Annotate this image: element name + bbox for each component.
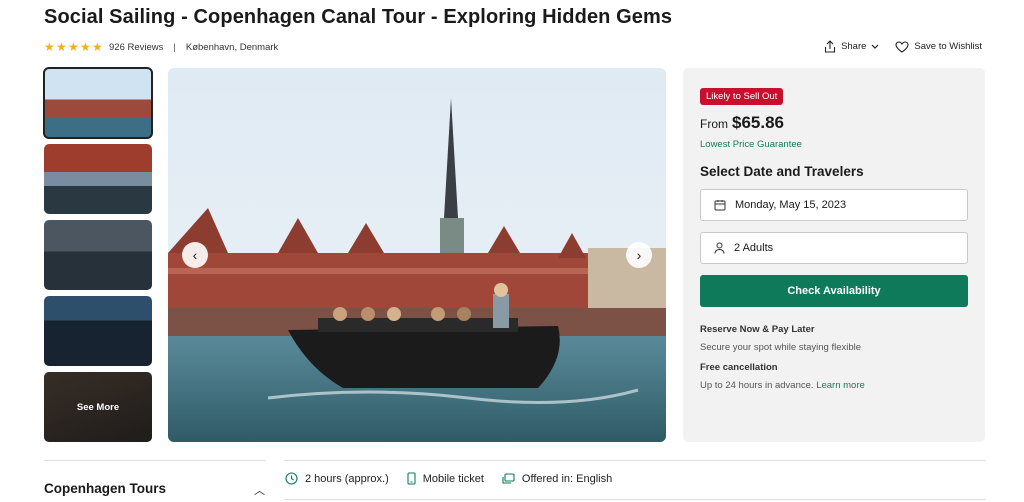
- sell-out-badge: Likely to Sell Out: [700, 88, 784, 105]
- wishlist-label: Save to Wishlist: [914, 41, 982, 52]
- price-guarantee[interactable]: Lowest Price Guarantee: [700, 139, 968, 150]
- share-label: Share: [841, 41, 867, 52]
- check-availability-button[interactable]: Check Availability: [700, 275, 968, 307]
- duration-feature: 2 hours (approx.): [285, 472, 389, 485]
- from-label: From: [700, 117, 728, 131]
- location-text: København, Denmark: [185, 41, 279, 53]
- chevron-right-icon: ›: [636, 247, 642, 263]
- ticket-text: Mobile ticket: [422, 472, 484, 485]
- star-icon: ★: [92, 39, 103, 54]
- next-image-button[interactable]: ›: [626, 242, 652, 268]
- heart-icon: [895, 40, 909, 53]
- hero-image: ‹ ›: [168, 68, 666, 442]
- thumbnail-4[interactable]: [44, 296, 152, 366]
- ticket-feature: Mobile ticket: [407, 472, 484, 485]
- rating-stars: ★ ★ ★ ★ ★: [44, 39, 103, 54]
- tour-features: 2 hours (approx.) Mobile ticket Offered …: [285, 472, 612, 485]
- date-value: Monday, May 15, 2023: [735, 199, 847, 211]
- price-row: From $65.86: [700, 113, 968, 133]
- thumbnail-see-more[interactable]: See More: [44, 372, 152, 442]
- calendar-icon: [714, 200, 726, 211]
- chevron-left-icon: ‹: [192, 247, 198, 263]
- mobile-icon: [407, 472, 416, 485]
- star-icon: ★: [68, 39, 79, 54]
- section-title: Copenhagen Tours: [44, 481, 167, 496]
- thumbnail-gallery: See More: [43, 67, 153, 448]
- see-more-label: See More: [44, 372, 152, 442]
- cancellation-text: Up to 24 hours in advance. Learn more: [700, 380, 968, 391]
- page-title: Social Sailing - Copenhagen Canal Tour -…: [44, 6, 673, 28]
- share-icon: [825, 40, 836, 53]
- travelers-value: 2 Adults: [734, 242, 774, 254]
- cancellation-detail: Up to 24 hours in advance.: [700, 380, 814, 391]
- cancellation-heading: Free cancellation: [700, 362, 778, 373]
- wishlist-button[interactable]: Save to Wishlist: [895, 40, 982, 53]
- price-value: $65.86: [732, 113, 784, 132]
- booking-panel: Likely to Sell Out From $65.86 Lowest Pr…: [683, 68, 985, 442]
- reviews-link[interactable]: 926 Reviews: [109, 42, 163, 53]
- travelers-picker[interactable]: 2 Adults: [700, 232, 968, 264]
- chevron-down-icon: [871, 44, 879, 49]
- divider: [284, 499, 986, 500]
- share-button[interactable]: Share: [824, 40, 879, 53]
- thumbnail-3[interactable]: [44, 220, 152, 290]
- header-actions: Share Save to Wishlist: [824, 40, 982, 53]
- previous-image-button[interactable]: ‹: [182, 242, 208, 268]
- reserve-text: Secure your spot while staying flexible: [700, 342, 862, 353]
- duration-text: 2 hours (approx.): [305, 472, 389, 485]
- rating-row: ★ ★ ★ ★ ★ 926 Reviews | København, Denma…: [44, 40, 278, 54]
- chevron-up-icon[interactable]: ︿: [254, 482, 265, 498]
- date-picker[interactable]: Monday, May 15, 2023: [700, 189, 968, 221]
- language-feature: Offered in: English: [502, 472, 612, 485]
- star-icon: ★: [56, 39, 67, 54]
- star-icon: ★: [80, 39, 91, 54]
- divider: [44, 460, 266, 461]
- hero-photo: [168, 68, 666, 442]
- select-title: Select Date and Travelers: [700, 164, 864, 179]
- thumbnail-2[interactable]: [44, 144, 152, 214]
- language-text: Offered in: English: [521, 472, 613, 485]
- learn-more-link[interactable]: Learn more: [816, 380, 865, 391]
- chat-icon: [502, 472, 515, 484]
- thumbnail-1[interactable]: [43, 67, 153, 139]
- divider: [284, 460, 986, 461]
- star-icon: ★: [44, 39, 55, 54]
- reserve-heading: Reserve Now & Pay Later: [700, 324, 815, 335]
- clock-icon: [285, 472, 298, 485]
- separator: |: [173, 41, 176, 53]
- person-icon: [714, 242, 725, 254]
